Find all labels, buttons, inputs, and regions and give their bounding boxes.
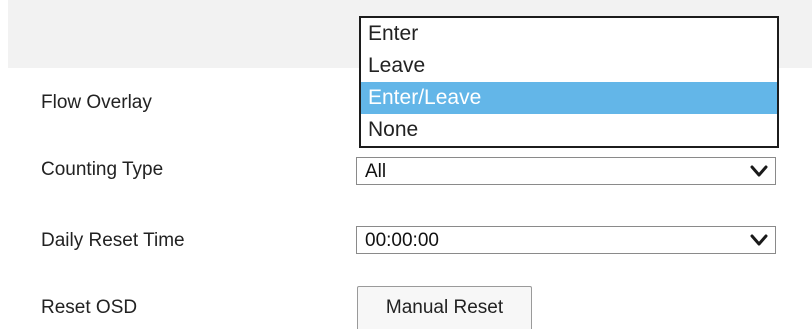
dropdown-option-none[interactable]: None (361, 114, 777, 146)
chevron-down-icon (750, 165, 768, 177)
flow-overlay-label: Flow Overlay (41, 92, 152, 113)
dropdown-option-enter-leave[interactable]: Enter/Leave (361, 82, 777, 114)
daily-reset-time-value: 00:00:00 (365, 230, 439, 251)
counting-type-value: All (365, 161, 387, 182)
dropdown-option-enter[interactable]: Enter (361, 18, 777, 50)
settings-page: Flow Overlay Counting Type All Daily Res… (0, 0, 812, 329)
chevron-down-icon (750, 234, 768, 246)
dropdown-option-leave[interactable]: Leave (361, 50, 777, 82)
flow-overlay-dropdown-list[interactable]: Enter Leave Enter/Leave None (359, 16, 779, 148)
reset-osd-label: Reset OSD (41, 297, 138, 318)
counting-type-select[interactable]: All (356, 157, 776, 185)
manual-reset-button[interactable]: Manual Reset (357, 286, 532, 329)
daily-reset-time-select[interactable]: 00:00:00 (356, 226, 776, 254)
daily-reset-time-label: Daily Reset Time (41, 230, 185, 251)
counting-type-label: Counting Type (41, 159, 164, 180)
